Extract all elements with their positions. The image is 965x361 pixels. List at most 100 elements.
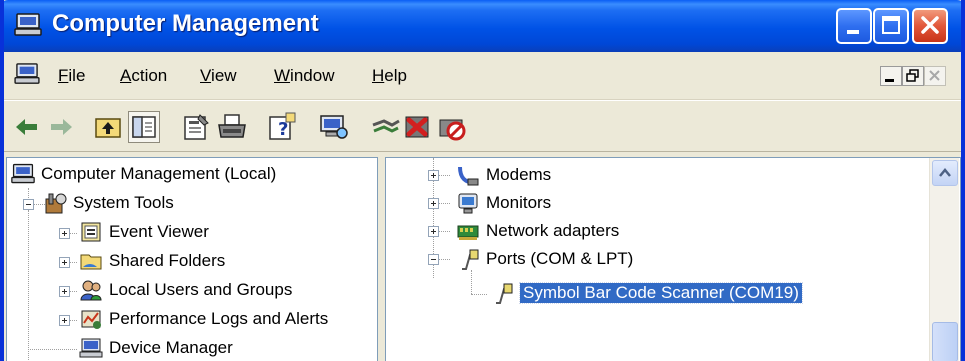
close-icon (921, 16, 939, 34)
show-hide-tree-icon (132, 116, 156, 138)
system-tools-icon (43, 191, 67, 215)
expand-performance-logs[interactable] (59, 315, 70, 326)
tree-item-label: Performance Logs and Alerts (109, 309, 329, 328)
help-button[interactable]: ? (266, 111, 298, 143)
computer-management-window: Computer Management File Action View Win… (0, 0, 965, 361)
menu-file-accel: F (58, 66, 69, 85)
device-category-ports[interactable]: Ports (COM & LPT) (456, 245, 756, 273)
uninstall-button[interactable] (402, 111, 434, 143)
title-bar[interactable]: Computer Management (4, 0, 961, 52)
chevron-up-icon (939, 168, 951, 177)
menu-window[interactable]: Window (274, 66, 334, 86)
expand-modems[interactable] (428, 170, 439, 181)
update-driver-button[interactable] (370, 111, 402, 143)
menu-view-rest: iew (211, 66, 237, 85)
menu-view[interactable]: View (200, 66, 237, 86)
minimize-button[interactable] (836, 8, 872, 44)
vertical-scrollbar[interactable] (929, 158, 959, 361)
menu-action[interactable]: Action (120, 66, 167, 86)
device-category-modems[interactable]: Modems (456, 161, 756, 189)
back-icon (16, 119, 37, 135)
tree-item-device-manager[interactable]: Device Manager (79, 334, 369, 361)
port-icon (456, 247, 480, 271)
menu-window-rest: indow (290, 66, 335, 85)
child-close-button[interactable] (924, 66, 946, 86)
tree-item-computer-management-local[interactable]: Computer Management (Local) (11, 160, 371, 188)
scan-hardware-icon (320, 115, 348, 139)
menu-action-rest: ction (131, 66, 168, 85)
console-menu-icon[interactable] (14, 63, 40, 85)
tree-item-system-tools[interactable]: System Tools (43, 189, 363, 217)
tree-item-event-viewer[interactable]: Event Viewer (79, 218, 369, 246)
computer-management-icon (14, 13, 42, 37)
window-title: Computer Management (52, 10, 319, 37)
tree-item-local-users-and-groups[interactable]: Local Users and Groups (79, 276, 369, 304)
minimize-icon (885, 79, 894, 82)
computer-management-icon (11, 162, 35, 186)
monitor-icon (456, 191, 480, 215)
print-button[interactable] (216, 111, 248, 143)
scroll-thumb[interactable] (932, 322, 958, 361)
tree-connector (438, 259, 450, 260)
tree-connector (438, 231, 450, 232)
tree-item-label: Computer Management (Local) (41, 164, 277, 183)
port-icon (490, 281, 514, 305)
tree-item-label: System Tools (73, 193, 174, 212)
tree-item-shared-folders[interactable]: Shared Folders (79, 247, 369, 275)
expand-network-adapters[interactable] (428, 226, 439, 237)
event-viewer-icon (79, 220, 103, 244)
tree-connector (471, 294, 487, 295)
child-restore-button[interactable] (902, 66, 924, 86)
tree-item-label: Shared Folders (109, 251, 226, 270)
show-hide-tree-button[interactable] (128, 111, 160, 143)
tree-connector (28, 349, 77, 350)
menu-window-accel: W (274, 66, 291, 85)
device-list-pane[interactable]: Modems Monitors Network adapters Ports (… (385, 157, 961, 361)
tree-connector (438, 203, 450, 204)
properties-button[interactable] (180, 111, 212, 143)
device-category-network-adapters[interactable]: Network adapters (456, 217, 756, 245)
menu-file[interactable]: File (58, 66, 85, 86)
tree-connector (471, 270, 472, 294)
menu-help-accel: H (372, 66, 385, 85)
expand-monitors[interactable] (428, 198, 439, 209)
scroll-up-button[interactable] (932, 160, 958, 186)
local-users-icon (79, 278, 103, 302)
menu-bar: File Action View Window Help (4, 52, 961, 100)
expand-local-users[interactable] (59, 286, 70, 297)
scan-hardware-button[interactable] (318, 111, 350, 143)
menu-help[interactable]: Help (372, 66, 407, 86)
console-tree-pane[interactable]: Computer Management (Local) System Tools… (6, 157, 378, 361)
tree-item-label: Local Users and Groups (109, 280, 293, 299)
menu-help-rest: elp (384, 66, 407, 85)
tree-item-label: Monitors (486, 193, 552, 212)
help-icon: ? (269, 112, 296, 140)
shared-folders-icon (79, 249, 103, 273)
collapse-system-tools[interactable] (23, 199, 34, 210)
disable-button[interactable] (436, 111, 468, 143)
device-category-monitors[interactable]: Monitors (456, 189, 756, 217)
back-button[interactable] (10, 111, 42, 143)
network-adapter-icon (456, 219, 480, 243)
maximize-icon (882, 16, 900, 34)
tree-connector (438, 175, 450, 176)
device-manager-icon (79, 336, 103, 360)
properties-icon (184, 114, 209, 140)
minimize-icon (847, 30, 859, 34)
tree-item-label: Ports (COM & LPT) (486, 249, 634, 268)
tree-item-label: Symbol Bar Code Scanner (COM19) (519, 282, 803, 304)
menu-file-rest: ile (68, 66, 86, 85)
expand-shared-folders[interactable] (59, 257, 70, 268)
child-minimize-button[interactable] (880, 66, 902, 86)
tree-item-label: Event Viewer (109, 222, 209, 241)
maximize-button[interactable] (873, 8, 909, 44)
device-symbol-bar-code-scanner[interactable]: Symbol Bar Code Scanner (COM19) (490, 279, 850, 307)
tree-item-performance-logs-and-alerts[interactable]: Performance Logs and Alerts (79, 305, 377, 333)
disable-icon (439, 119, 466, 141)
expand-event-viewer[interactable] (59, 228, 70, 239)
forward-button[interactable] (46, 111, 78, 143)
up-one-level-button[interactable] (92, 111, 124, 143)
close-button[interactable] (912, 8, 948, 44)
tree-item-label: Modems (486, 165, 552, 184)
collapse-ports[interactable] (428, 254, 439, 265)
